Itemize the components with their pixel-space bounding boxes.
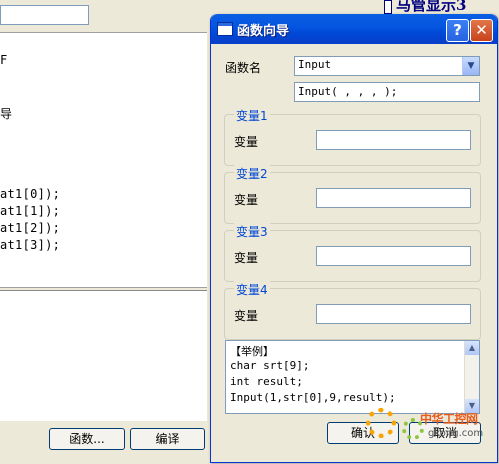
variable-group-4: 变量4 变量 (224, 281, 481, 340)
editor-window: F 导 at1[0]); at1[1]); at1[2]); at1[3]); … (0, 0, 214, 464)
variable-4-input[interactable] (316, 304, 471, 324)
variable-group-title: 变量4 (234, 281, 270, 298)
variable-group-3: 变量3 变量 (224, 223, 481, 282)
function-name-label: 函数名 (225, 61, 262, 75)
code-line: at1[0]); (0, 187, 61, 201)
editor-fragment-mid: 导 (0, 107, 13, 121)
variable-3-input[interactable] (316, 246, 471, 266)
output-panel (0, 290, 207, 421)
code-line: at1[3]); (0, 238, 61, 252)
compile-button[interactable]: 编译 (130, 428, 205, 450)
call-preview-field[interactable]: Input( , , , ); (294, 82, 480, 102)
scroll-down-icon[interactable]: ▼ (465, 399, 479, 413)
dialog-title: 函数向导 (237, 24, 290, 39)
cancel-button[interactable]: 取消 (409, 422, 481, 444)
code-line: at1[2]); (0, 221, 61, 235)
variable-2-input[interactable] (316, 188, 471, 208)
chevron-down-icon[interactable]: ▼ (462, 57, 479, 75)
call-preview-text: Input( , , , ); (298, 85, 398, 98)
variable-label: 变量 (234, 309, 259, 323)
variable-group-title: 变量3 (234, 223, 270, 240)
example-scrollbar[interactable]: ▲ ▼ (464, 341, 479, 413)
function-button[interactable]: 函数... (49, 428, 125, 450)
variable-1-input[interactable] (316, 130, 471, 150)
variable-label: 变量 (234, 251, 259, 265)
example-textarea[interactable]: 【举例】 char srt[9]; int result; Input(1,st… (225, 340, 480, 414)
variable-group-1: 变量1 变量 (224, 107, 481, 166)
scroll-up-icon[interactable]: ▲ (465, 341, 479, 355)
variable-label: 变量 (234, 135, 259, 149)
function-select-value: Input (298, 58, 332, 71)
example-line: int result; (230, 375, 303, 388)
close-button[interactable]: ✕ (470, 19, 493, 42)
top-input[interactable] (0, 5, 89, 25)
example-line: 【举例】 (230, 345, 274, 358)
editor-fragment-top: F (0, 53, 8, 67)
example-line: char srt[9]; (230, 359, 310, 372)
function-wizard-dialog: 函数向导 ? ✕ 函数名 Input ▼ Input( , , , ); 变量1… (210, 14, 498, 463)
code-editor[interactable]: F 导 at1[0]); at1[1]); at1[2]); at1[3]); (0, 32, 207, 288)
ok-button[interactable]: 确认 (327, 422, 399, 444)
right-panel-indicator (384, 0, 392, 14)
code-line: at1[1]); (0, 204, 61, 218)
dialog-titlebar[interactable]: 函数向导 ? ✕ (211, 14, 497, 44)
variable-group-title: 变量1 (234, 107, 270, 124)
variable-group-title: 变量2 (234, 165, 270, 182)
right-panel-title: 马管显示3 (396, 0, 467, 14)
window-icon (217, 22, 233, 36)
variable-group-2: 变量2 变量 (224, 165, 481, 224)
example-line: Input(1,str[0],9,result); (230, 391, 396, 404)
function-select[interactable]: Input ▼ (294, 56, 480, 76)
variable-label: 变量 (234, 193, 259, 207)
help-button[interactable]: ? (446, 19, 469, 42)
